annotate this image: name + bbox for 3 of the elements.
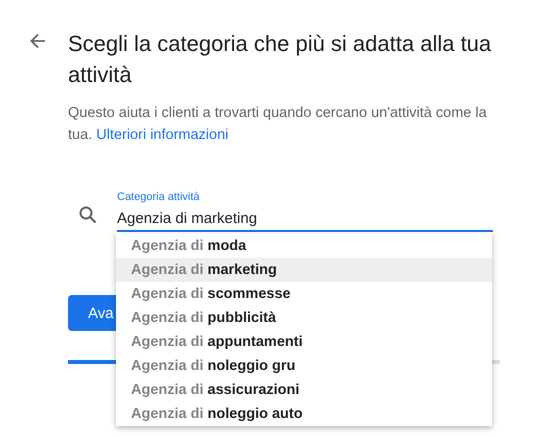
page-title: Scegli la categoria che più si adatta alla tua attività (68, 30, 492, 89)
description-text: Questo aiuta i clienti a trovarti quando cercano un'attività come la tua. Ulteriori informazioni (68, 104, 488, 145)
field-label: Categoria attività (117, 190, 201, 204)
